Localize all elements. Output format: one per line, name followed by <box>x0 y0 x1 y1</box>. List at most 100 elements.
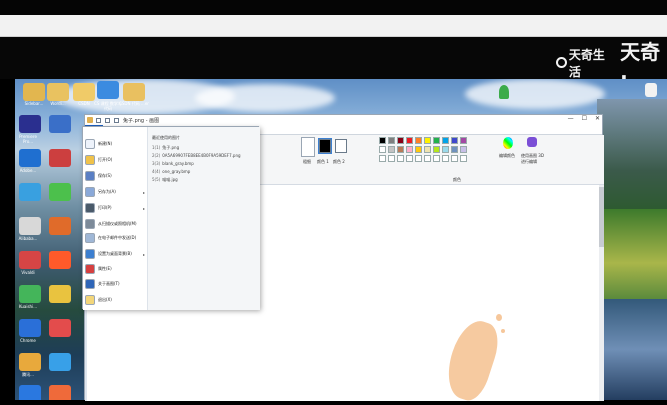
palette-swatch[interactable] <box>451 137 458 144</box>
desktop-icon[interactable] <box>49 319 71 337</box>
desktop-icon[interactable] <box>19 183 41 201</box>
premiere-icon[interactable] <box>19 115 41 133</box>
palette-swatch[interactable] <box>388 155 395 162</box>
desktop-icon[interactable] <box>49 183 71 201</box>
recent-item[interactable]: 3(3) blank_gray.bmp <box>152 161 194 166</box>
palette-swatch[interactable] <box>406 137 413 144</box>
file-menu-item[interactable]: 关于画图(T) <box>85 277 145 291</box>
desktop-icon[interactable] <box>49 385 71 400</box>
palette-swatch[interactable] <box>424 155 431 162</box>
desktop-icon[interactable] <box>49 149 71 167</box>
redo-quick-icon[interactable] <box>114 117 119 123</box>
desktop-icon[interactable] <box>49 115 71 133</box>
desktop-icon-label: Premiere Pro... <box>19 134 37 144</box>
color1-swatch[interactable] <box>318 138 332 154</box>
desktop-icon[interactable] <box>49 353 71 371</box>
recent-item-number: 4(4) <box>152 169 161 174</box>
desktop-icon-label: CSDN 代码 ...er <box>119 101 149 106</box>
desktop-icon[interactable] <box>19 385 41 400</box>
menu-item-icon <box>85 187 95 197</box>
wallpaper-forest <box>597 209 667 299</box>
palette-swatch[interactable] <box>415 155 422 162</box>
file-menu-item[interactable]: 打开(O) <box>85 153 145 167</box>
tree-icon[interactable] <box>499 85 509 99</box>
palette-swatch[interactable] <box>406 155 413 162</box>
vertical-scrollbar[interactable] <box>599 185 604 401</box>
desktop-icon[interactable] <box>97 81 119 99</box>
file-menu-commands: 新建(N) 打开(O) 保存(S) 另存为(A) ▸ 打印(P) ▸ 从扫描仪或照相机(M) 在… <box>83 127 147 310</box>
file-menu-item[interactable]: 打印(P) ▸ <box>85 201 145 215</box>
recycle-bin-icon[interactable] <box>19 217 41 235</box>
palette-swatch[interactable] <box>433 146 440 153</box>
maximize-button[interactable]: ☐ <box>582 115 587 122</box>
recent-item-name: blank_gray.bmp <box>162 161 194 166</box>
desktop-icon[interactable] <box>19 353 41 371</box>
desktop-icon[interactable] <box>49 285 71 303</box>
desktop-icon[interactable] <box>49 251 71 269</box>
palette-swatch[interactable] <box>442 137 449 144</box>
desktop-icon[interactable] <box>19 285 41 303</box>
file-menu-item[interactable]: 设置为桌面背景(B) ▸ <box>85 247 145 261</box>
file-icon[interactable] <box>645 83 657 97</box>
video-top-bar <box>0 0 667 15</box>
save-quick-icon[interactable] <box>96 117 101 123</box>
file-menu-item[interactable]: 属性(E) <box>85 262 145 276</box>
palette-swatch[interactable] <box>379 137 386 144</box>
menu-item-icon <box>85 219 95 229</box>
palette-swatch[interactable] <box>442 155 449 162</box>
file-menu: 新建(N) 打开(O) 保存(S) 另存为(A) ▸ 打印(P) ▸ 从扫描仪或照相机(M) 在… <box>82 126 260 310</box>
file-menu-item[interactable]: 另存为(A) ▸ <box>85 185 145 199</box>
palette-swatch[interactable] <box>397 155 404 162</box>
palette-swatch[interactable] <box>460 137 467 144</box>
desktop-icon[interactable] <box>123 83 145 101</box>
palette-swatch[interactable] <box>433 155 440 162</box>
palette-swatch[interactable] <box>460 155 467 162</box>
vivaldi-icon[interactable] <box>19 251 41 269</box>
palette-swatch[interactable] <box>397 146 404 153</box>
menu-item-label: 在电子邮件中发送(D) <box>98 235 137 240</box>
undo-quick-icon[interactable] <box>105 117 110 123</box>
palette-swatch[interactable] <box>424 146 431 153</box>
color2-swatch[interactable] <box>335 139 347 153</box>
recent-item[interactable]: 5(5) 喵喵.jpg <box>152 177 178 183</box>
submenu-arrow-icon: ▸ <box>142 205 145 211</box>
file-menu-item[interactable]: 新建(N) <box>85 137 145 151</box>
scroll-thumb[interactable] <box>599 187 604 247</box>
recent-item-number: 1(1) <box>152 145 161 150</box>
palette-swatch[interactable] <box>388 137 395 144</box>
paint3d-icon[interactable] <box>527 137 537 147</box>
palette-swatch[interactable] <box>388 146 395 153</box>
menu-item-label: 保存(S) <box>98 173 112 178</box>
file-menu-item[interactable]: 保存(S) <box>85 169 145 183</box>
ribbon: 粗细 颜色 1 颜色 2 编辑颜色 使用画图 3D 进行编辑 颜色 <box>259 135 604 185</box>
file-menu-item[interactable]: 从扫描仪或照相机(M) <box>85 217 145 231</box>
file-menu-item[interactable]: 退出(X) <box>85 293 145 307</box>
size-icon[interactable] <box>301 137 315 157</box>
shape-outline-fill[interactable] <box>259 139 279 161</box>
menu-item-label: 关于画图(T) <box>98 281 120 286</box>
recent-item[interactable]: 4(4) one_gray.bmp <box>152 169 190 174</box>
desktop-icon[interactable] <box>49 217 71 235</box>
recent-item[interactable]: 2(2) 0A5A69907FEB8EE4B0F9A59DEF7.png <box>152 153 241 158</box>
palette-swatch[interactable] <box>415 137 422 144</box>
file-menu-item[interactable]: 在电子邮件中发送(D) <box>85 231 145 245</box>
recent-item-number: 2(2) <box>152 153 161 158</box>
palette-swatch[interactable] <box>442 146 449 153</box>
palette-swatch[interactable] <box>433 137 440 144</box>
edit-colors-label: 编辑颜色 <box>499 153 515 158</box>
palette-swatch[interactable] <box>451 155 458 162</box>
chrome-icon[interactable] <box>19 319 41 337</box>
palette-swatch[interactable] <box>415 146 422 153</box>
palette-swatch[interactable] <box>451 146 458 153</box>
recent-item[interactable]: 1(1) 兔子.png <box>152 145 179 151</box>
palette-swatch[interactable] <box>406 146 413 153</box>
desktop-icon[interactable] <box>19 149 41 167</box>
palette-swatch[interactable] <box>379 146 386 153</box>
palette-swatch[interactable] <box>379 155 386 162</box>
minimize-button[interactable]: — <box>568 115 574 122</box>
palette-swatch[interactable] <box>460 146 467 153</box>
palette-swatch[interactable] <box>424 137 431 144</box>
close-button[interactable]: ✕ <box>595 115 600 122</box>
palette-swatch[interactable] <box>397 137 404 144</box>
edit-colors-icon[interactable] <box>503 137 513 149</box>
